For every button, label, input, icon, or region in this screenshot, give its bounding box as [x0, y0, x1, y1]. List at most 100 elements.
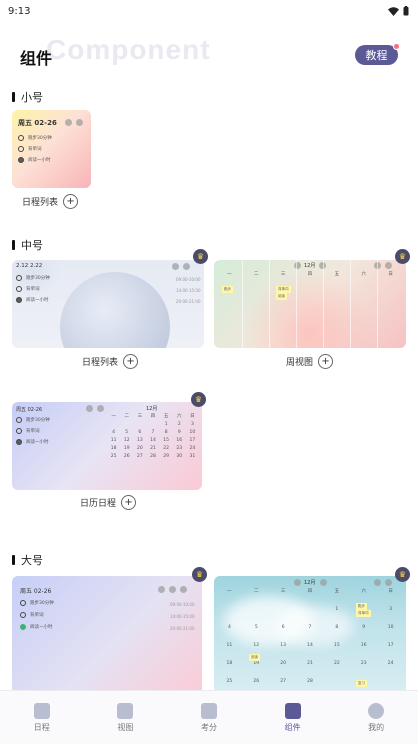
chart-line-icon [200, 702, 217, 719]
weekday-label: 六 [361, 272, 366, 277]
add-widget-button[interactable]: + [63, 194, 79, 209]
calendar-day: 24 [387, 661, 394, 666]
calendar-day: 25 [110, 454, 117, 459]
calendar-grid: 一二三四五六日123456789101112131415161718192021… [216, 588, 404, 684]
nav-item-profile[interactable]: 我的 [334, 691, 418, 744]
weekday-label: 四 [150, 414, 156, 419]
notification-dot [393, 43, 400, 50]
calendar-day [120, 422, 133, 427]
list-item: 背单词 [18, 146, 42, 152]
refresh-icon [97, 405, 104, 412]
calendar-day: 25 [226, 679, 233, 684]
calendar-check-icon [33, 702, 50, 719]
list-item: 跑步30分钟 [18, 135, 52, 141]
calendar-day: 9 [362, 625, 366, 630]
calendar-day: 17 [189, 438, 196, 443]
calendar-day: 5 [125, 430, 129, 435]
small-schedule-widget[interactable]: 周五 02-26 跑步30分钟 背单词 阅读一小时 [12, 110, 91, 188]
calendar-day: 27 [280, 679, 286, 684]
calendar-day: 3 [190, 422, 194, 427]
weekday-label: 三 [280, 272, 286, 277]
item-label: 跑步30分钟 [26, 276, 50, 281]
calendar-day: 21 [150, 446, 156, 451]
calendar-day [146, 422, 159, 427]
medium-calendar-widget[interactable]: 周五 02-26 跑步30分钟 背单词 阅读一小时 12月 一二三四五六日123… [12, 402, 202, 490]
medium-calendar-caption: 日历日程 + [80, 495, 137, 510]
nav-item-view[interactable]: 视图 [84, 691, 168, 744]
calendar-day: 21 [307, 661, 313, 666]
nav-item-schedule[interactable]: 日程 [0, 691, 84, 744]
page-title: 组件 [20, 49, 53, 68]
large-calendar-widget[interactable]: 12月 一二三四五六日12345678910111213141516171819… [214, 576, 406, 694]
calendar-day: 3 [389, 607, 392, 612]
item-label: 跑步30分钟 [28, 136, 52, 141]
item-time: 20:00-21:00 [176, 299, 201, 304]
calendar-day: 20 [136, 446, 143, 451]
add-widget-button[interactable]: + [121, 495, 137, 510]
checkbox-icon [18, 135, 24, 141]
calendar-day: 11 [226, 643, 233, 648]
list-item: 跑步30分钟 [20, 600, 54, 606]
list-item: 跑步30分钟 [16, 275, 50, 281]
nav-label: 我的 [368, 722, 385, 732]
calendar-day: 13 [136, 438, 143, 443]
calendar-day [107, 422, 120, 427]
week-divider [350, 260, 351, 348]
calendar-day [133, 422, 146, 427]
checkbox-icon [20, 612, 26, 618]
crown-icon: ♛ [395, 249, 410, 264]
weekday-label: 日 [388, 272, 393, 277]
refresh-icon [76, 119, 83, 126]
large-schedule-widget[interactable]: 周五 02-26 跑步30分钟 背单词 阅读一小时 09:00-10:00 14… [12, 576, 202, 694]
settings-icon [374, 579, 381, 586]
calendar-day: 12 [123, 438, 130, 443]
checkbox-checked-icon [16, 439, 22, 445]
weekday-label: 五 [334, 272, 340, 277]
week-divider [296, 260, 297, 348]
weekday-label: 三 [280, 589, 286, 594]
bottom-nav: 日程 视图 考分 组件 我的 [0, 690, 418, 744]
checkbox-icon [16, 428, 22, 434]
status-icons [388, 6, 409, 16]
item-time: 09:00-10:00 [170, 602, 195, 607]
calendar-day [216, 607, 243, 612]
list-item: 跑步30分钟 [16, 417, 50, 423]
item-label: 背单词 [26, 287, 40, 292]
list-item: 阅读一小时 [16, 297, 49, 303]
medium-schedule-widget[interactable]: 2.12 2.22 跑步30分钟 背单词 阅读一小时 09:00-10:00 1… [12, 260, 204, 348]
weekday-label: 日 [388, 589, 393, 594]
calendar-day: 20 [280, 661, 286, 666]
add-widget-button[interactable]: + [318, 354, 334, 369]
calendar-day: 19 [123, 446, 130, 451]
week-divider [269, 260, 270, 348]
list-item: 背单词 [20, 612, 44, 618]
list-item: 阅读一小时 [16, 439, 49, 445]
weekday-label: 四 [307, 272, 313, 277]
calendar-day: 14 [150, 438, 156, 443]
item-label: 背单词 [30, 613, 44, 618]
calendar-day: 27 [136, 454, 143, 459]
medium-schedule-caption: 日程列表 + [82, 354, 139, 369]
week-divider [323, 260, 324, 348]
weekday-label: 一 [227, 272, 232, 277]
medium-week-widget[interactable]: 12月 一 二 三 四 五 六 日 跑步 背单词 阅读 [214, 260, 406, 348]
refresh-icon [180, 586, 187, 593]
item-time: 14:00-15:00 [176, 288, 201, 293]
small-schedule-caption: 日程列表 + [22, 194, 79, 209]
tutorial-button[interactable]: 教程 [355, 43, 400, 65]
event-chip: 阅读 [276, 293, 287, 300]
section-medium: 中号 [12, 237, 43, 253]
decor-bubble [60, 272, 170, 348]
widget-date: 周五 02-26 [20, 588, 52, 595]
calendar-day: 8 [335, 625, 339, 630]
calendar-day: 11 [110, 438, 117, 443]
nav-item-score[interactable]: 考分 [167, 691, 251, 744]
nav-item-widgets[interactable]: 组件 [251, 691, 335, 744]
calendar-day: 18 [226, 661, 233, 666]
crown-icon: ♛ [395, 567, 410, 582]
add-widget-button[interactable]: + [123, 354, 139, 369]
item-label: 阅读一小时 [30, 625, 53, 630]
avatar-icon [368, 702, 385, 719]
checkbox-checked-icon [18, 157, 24, 163]
section-small: 小号 [12, 89, 43, 105]
